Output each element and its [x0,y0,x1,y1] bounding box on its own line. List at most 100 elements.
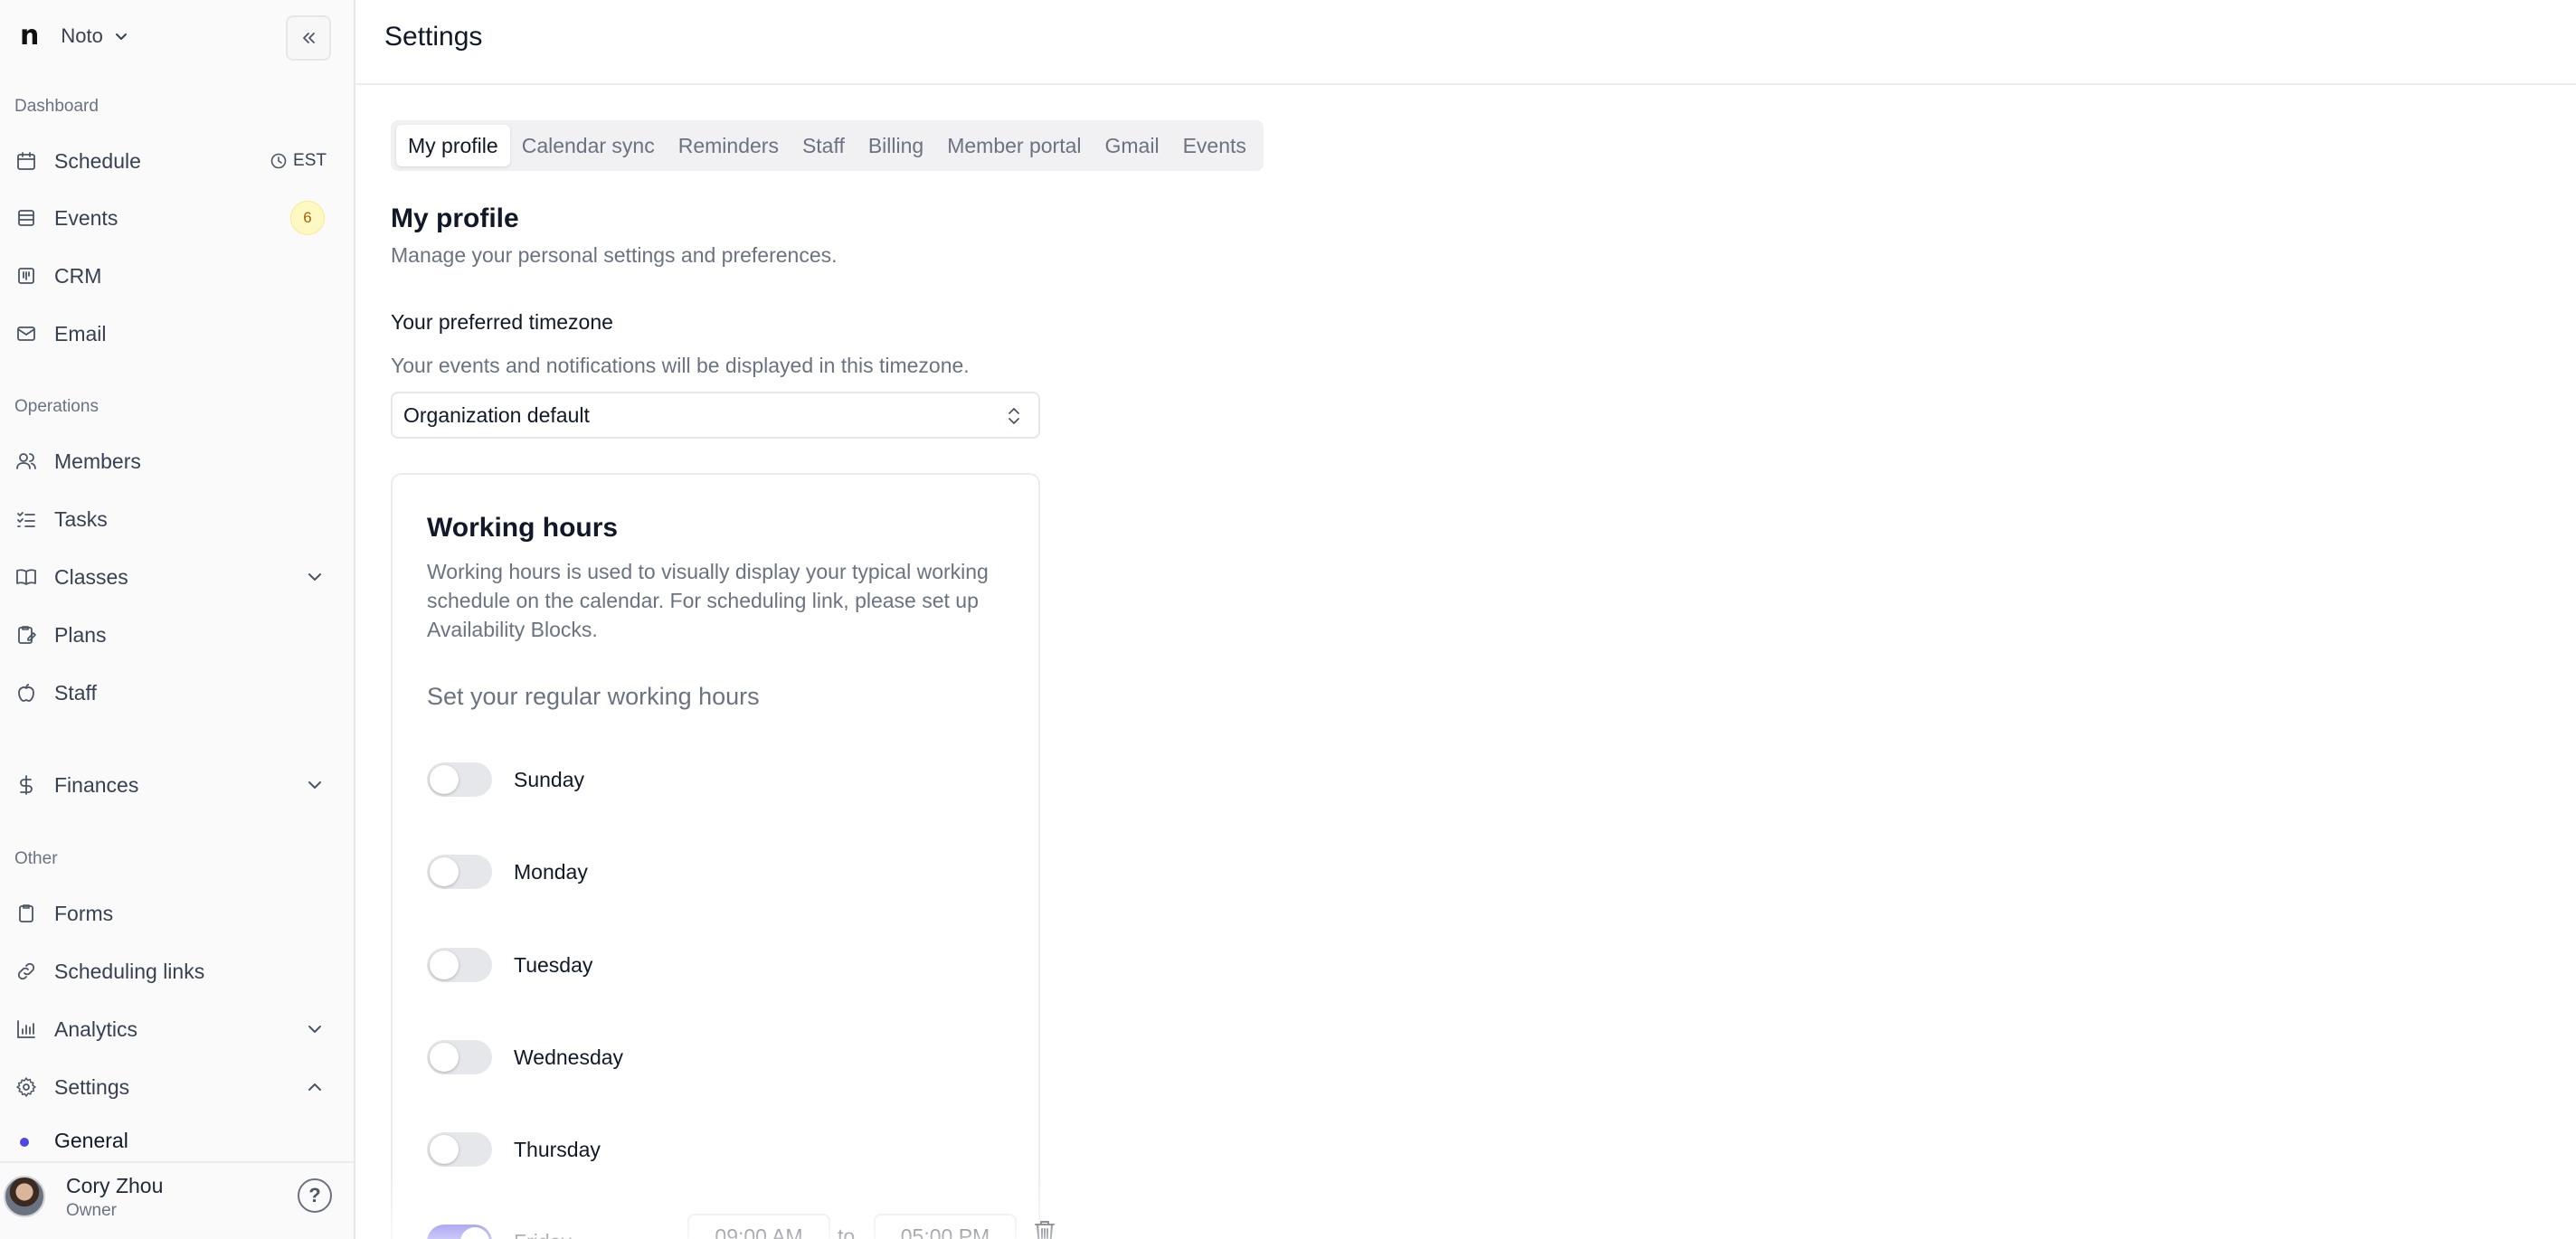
avatar [4,1176,45,1217]
active-dot-icon [20,1138,29,1147]
collapse-sidebar-button[interactable] [286,15,331,61]
sidebar-item-staff[interactable]: Staff [0,670,355,715]
section-label-other: Other [14,849,58,868]
sidebar-item-label: Events [54,205,118,230]
sidebar-item-label: Staff [54,680,97,705]
card-title: Working hours [427,513,619,543]
page-header: Settings [355,0,2576,85]
chevron-up-icon [308,1083,321,1091]
timezone-select-value: Organization default [403,403,590,427]
clipboard-edit-icon [14,623,38,647]
timezone-label: Your preferred timezone [391,310,613,334]
settings-tabs: My profile Calendar sync Reminders Staff… [391,120,1264,171]
sidebar-item-settings[interactable]: Settings [0,1064,355,1110]
day-toggle[interactable] [427,762,492,797]
day-toggle[interactable] [427,1132,492,1167]
toggle-knob [430,1043,459,1072]
sidebar-subitem-general[interactable]: General [0,1125,355,1161]
user-panel[interactable]: Cory Zhou Owner ? [0,1161,354,1239]
sidebar-item-label: Settings [54,1074,130,1099]
to-label: to [838,1225,856,1239]
sidebar-item-forms[interactable]: Forms [0,891,355,936]
day-label: Friday [514,1230,572,1239]
user-name: Cory Zhou [66,1174,164,1197]
tab-calendar-sync[interactable]: Calendar sync [510,125,667,166]
toggle-knob [430,1135,459,1164]
sidebar-item-email[interactable]: Email [0,311,355,356]
book-icon [14,565,38,589]
tab-staff[interactable]: Staff [791,125,857,166]
sidebar-item-members[interactable]: Members [0,439,355,484]
tab-member-portal[interactable]: Member portal [935,125,1093,166]
clipboard-icon [14,902,38,925]
day-row-sunday: Sunday [427,762,1024,799]
day-label: Sunday [514,768,585,791]
sidebar-item-label: Scheduling links [54,959,205,983]
sidebar-item-label: CRM [54,263,102,288]
toggle-knob [430,857,459,886]
day-label: Thursday [514,1138,601,1161]
events-count-badge: 6 [290,201,325,235]
toggle-knob [430,951,459,979]
toggle-knob [430,765,459,794]
list-icon [14,206,38,230]
section-label-dashboard: Dashboard [14,97,99,116]
day-row-wednesday: Wednesday [427,1040,1024,1076]
help-button[interactable]: ? [298,1178,332,1213]
sidebar-item-label: Finances [54,772,139,797]
day-toggle[interactable] [427,1225,492,1239]
link-icon [14,960,38,983]
question-mark-icon: ? [308,1184,321,1206]
sidebar-item-label: Schedule [54,148,141,173]
timezone-help-text: Your events and notifications will be di… [391,354,970,377]
card-description: Working hours is used to visually displa… [427,560,989,641]
day-label: Monday [514,860,588,884]
timezone-indicator: EST [270,151,327,171]
end-time-input[interactable]: 05:00 PM [874,1214,1017,1239]
trash-icon[interactable] [1033,1219,1056,1239]
tab-my-profile[interactable]: My profile [396,125,510,166]
day-row-thursday: Thursday [427,1132,1024,1168]
start-time-input[interactable]: 09:00 AM [687,1214,830,1239]
tab-reminders[interactable]: Reminders [667,125,791,166]
checklist-icon [14,507,38,531]
sidebar-item-finances[interactable]: Finances [0,762,355,808]
timezone-label: EST [293,151,327,170]
day-row-friday: Friday 09:00 AM to 05:00 PM [427,1214,1055,1239]
chevron-up-down-icon [1009,408,1019,424]
sidebar-item-crm[interactable]: CRM [0,253,355,298]
sidebar-item-events[interactable]: Events 6 [0,195,355,241]
sidebar-item-label: Classes [54,564,128,589]
sidebar-item-label: Tasks [54,506,108,531]
day-row-tuesday: Tuesday [427,948,1024,984]
sidebar-item-analytics[interactable]: Analytics [0,1007,355,1052]
sidebar-item-scheduling-links[interactable]: Scheduling links [0,949,355,994]
section-title: My profile [391,203,519,233]
workspace-switcher[interactable]: n Noto [20,20,128,52]
chevron-down-icon [308,573,321,581]
day-toggle[interactable] [427,948,492,982]
section-subtitle: Manage your personal settings and prefer… [391,243,838,267]
sidebar-item-schedule[interactable]: Schedule EST [0,138,355,184]
tab-gmail[interactable]: Gmail [1094,125,1171,166]
dollar-icon [14,773,38,797]
sidebar-item-label: Email [54,321,107,345]
chevron-down-icon [308,1026,321,1033]
sidebar-item-label: Analytics [54,1017,138,1041]
sidebar-item-plans[interactable]: Plans [0,612,355,657]
sidebar-item-tasks[interactable]: Tasks [0,497,355,542]
tab-events[interactable]: Events [1171,125,1258,166]
sidebar-item-label: Members [54,449,141,473]
timezone-select[interactable]: Organization default [391,392,1040,439]
day-toggle[interactable] [427,1040,492,1074]
sidebar-item-classes[interactable]: Classes [0,554,355,600]
users-icon [14,449,38,473]
bar-chart-icon [14,1017,38,1041]
tab-billing[interactable]: Billing [857,125,935,166]
sidebar: n Noto Dashboard Schedule EST Events 6 C… [0,0,355,1239]
sidebar-item-label: Plans [54,622,107,647]
sidebar-item-label: Forms [54,901,114,925]
day-toggle[interactable] [427,855,492,889]
day-row-monday: Monday [427,855,1024,891]
day-label: Wednesday [514,1045,624,1069]
